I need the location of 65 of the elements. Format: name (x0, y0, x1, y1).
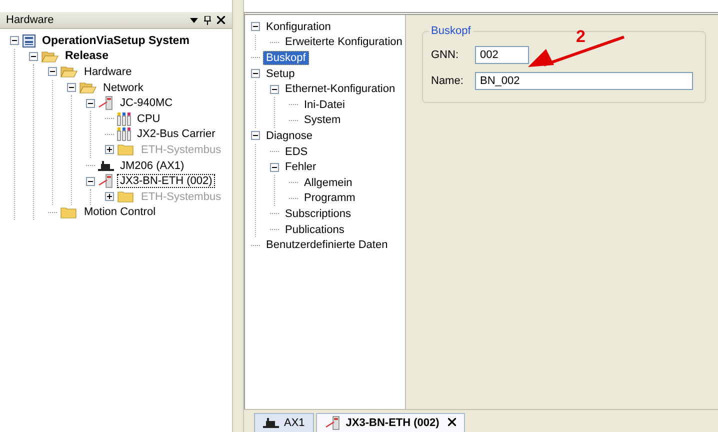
collapse-toggle[interactable] (67, 83, 76, 92)
collapse-toggle[interactable] (29, 52, 38, 61)
document-tab[interactable]: AX1 (254, 413, 314, 432)
pin-icon (204, 16, 212, 24)
collapse-toggle[interactable] (251, 131, 260, 140)
collapse-toggle[interactable] (270, 162, 279, 172)
tree-item[interactable]: Subscriptions (282, 206, 354, 221)
folder-icon (117, 190, 135, 204)
panel-title: Hardware (6, 14, 55, 26)
device-icon (98, 174, 114, 188)
module-icon (117, 127, 131, 142)
collapse-toggle[interactable] (10, 36, 19, 46)
tree-item[interactable]: Fehler (282, 160, 320, 174)
field-label: Name: (431, 75, 464, 87)
tree-item[interactable]: JX2-Bus Carrier (134, 127, 218, 142)
folder-icon (117, 143, 135, 156)
field-label: GNN: (431, 49, 460, 61)
tree-item[interactable]: Erweiterte Konfiguration (282, 35, 406, 50)
open-folder-icon (60, 65, 78, 78)
open-folder-icon (41, 50, 59, 63)
group-title: Buskopf (429, 25, 473, 37)
tree-item[interactable]: Diagnose (263, 128, 316, 143)
tree-item[interactable]: CPU (134, 112, 164, 126)
tree-item[interactable]: Ini-Datei (301, 98, 348, 112)
text-field[interactable]: 002 (475, 46, 529, 64)
tree-item[interactable]: Buskopf (263, 50, 309, 65)
tree-item[interactable]: EDS (282, 144, 311, 159)
tree-item[interactable]: Allgemein (301, 176, 356, 190)
tree-item[interactable]: Network (100, 80, 146, 95)
device-icon (324, 416, 341, 430)
tree-item[interactable]: JM206 (AX1) (117, 158, 188, 173)
tree-item[interactable]: Motion Control (81, 205, 159, 220)
tree-item[interactable]: Setup (263, 66, 298, 81)
tree-item[interactable]: Ethernet-Konfiguration (282, 82, 398, 96)
tree-item[interactable]: Konfiguration (263, 20, 334, 34)
tree-item[interactable]: JC-940MC (117, 96, 176, 110)
text-field[interactable]: BN_002 (475, 72, 693, 90)
close-icon (217, 16, 226, 24)
tree-item[interactable]: Release (62, 49, 112, 64)
collapse-toggle[interactable] (86, 98, 95, 108)
tree-item[interactable]: Publications (282, 222, 348, 237)
module-icon (117, 112, 131, 126)
system-icon (22, 34, 36, 48)
collapse-toggle[interactable] (48, 67, 57, 76)
collapse-toggle[interactable] (86, 176, 95, 186)
motor-icon (98, 160, 114, 171)
annotation-number: 2 (576, 27, 586, 47)
collapse-toggle[interactable] (251, 69, 260, 78)
collapse-toggle[interactable] (270, 84, 279, 94)
tab-label: JX3-BN-ETH (002) (346, 417, 440, 429)
document-tab[interactable]: JX3-BN-ETH (002) (316, 413, 466, 432)
open-folder-icon (79, 81, 97, 94)
tree-item[interactable]: Benutzerdefinierte Daten (263, 238, 391, 252)
tree-item[interactable]: Programm (301, 191, 358, 206)
close-icon (448, 418, 456, 426)
collapse-toggle[interactable] (251, 22, 260, 32)
tree-item[interactable]: Hardware (81, 64, 135, 79)
tree-item[interactable]: JX3-BN-ETH (002) (117, 174, 216, 188)
tab-label: AX1 (284, 417, 305, 429)
folder-icon (60, 206, 78, 219)
device-icon (98, 96, 114, 110)
caret-icon (190, 18, 198, 22)
tree-item[interactable]: System (301, 113, 344, 128)
tree-item[interactable]: OperationViaSetup System (39, 34, 192, 48)
motor-icon (263, 418, 279, 428)
